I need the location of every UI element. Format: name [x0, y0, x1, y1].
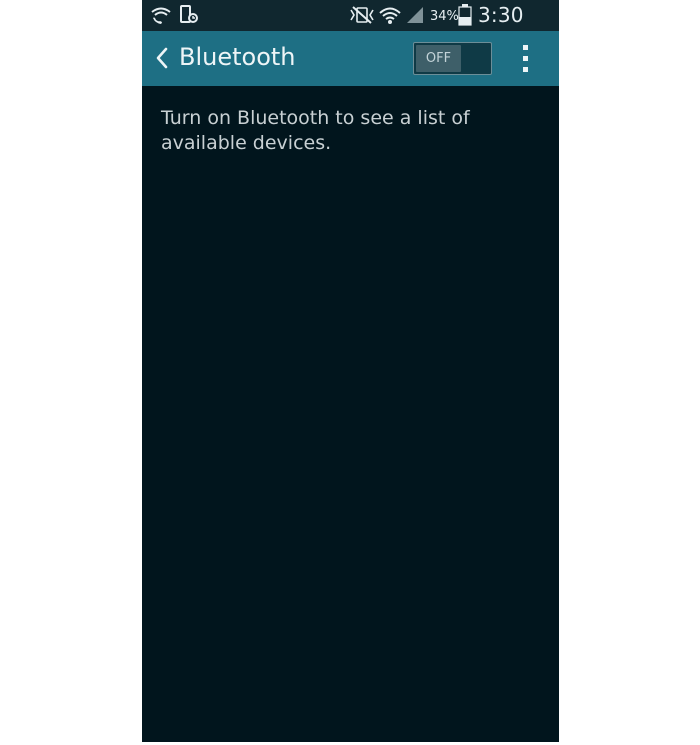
overflow-dot [523, 67, 528, 72]
bluetooth-toggle[interactable]: OFF [413, 42, 492, 75]
more-options-button[interactable] [514, 41, 538, 77]
wifi-icon [379, 7, 401, 24]
status-bar: 34% 3:30 PM [142, 0, 559, 51]
overflow-dot [523, 45, 528, 50]
battery-percent: 34% [430, 9, 459, 24]
toggle-label: OFF [416, 45, 461, 72]
wifi-calling-icon [151, 7, 171, 24]
back-button[interactable] [150, 43, 176, 73]
action-bar: Bluetooth OFF [142, 31, 559, 86]
chevron-left-icon [156, 47, 168, 69]
overflow-dot [523, 56, 528, 61]
screen-mirroring-icon [180, 5, 198, 23]
battery-icon [458, 4, 472, 26]
vibrate-mute-icon [350, 6, 374, 24]
phone-screen: 34% 3:30 PM Bluetooth OFF Turn on Blueto… [142, 0, 559, 742]
bluetooth-off-message: Turn on Bluetooth to see a list of avail… [161, 107, 470, 154]
signal-icon [407, 7, 423, 23]
page-title: Bluetooth [179, 43, 296, 71]
